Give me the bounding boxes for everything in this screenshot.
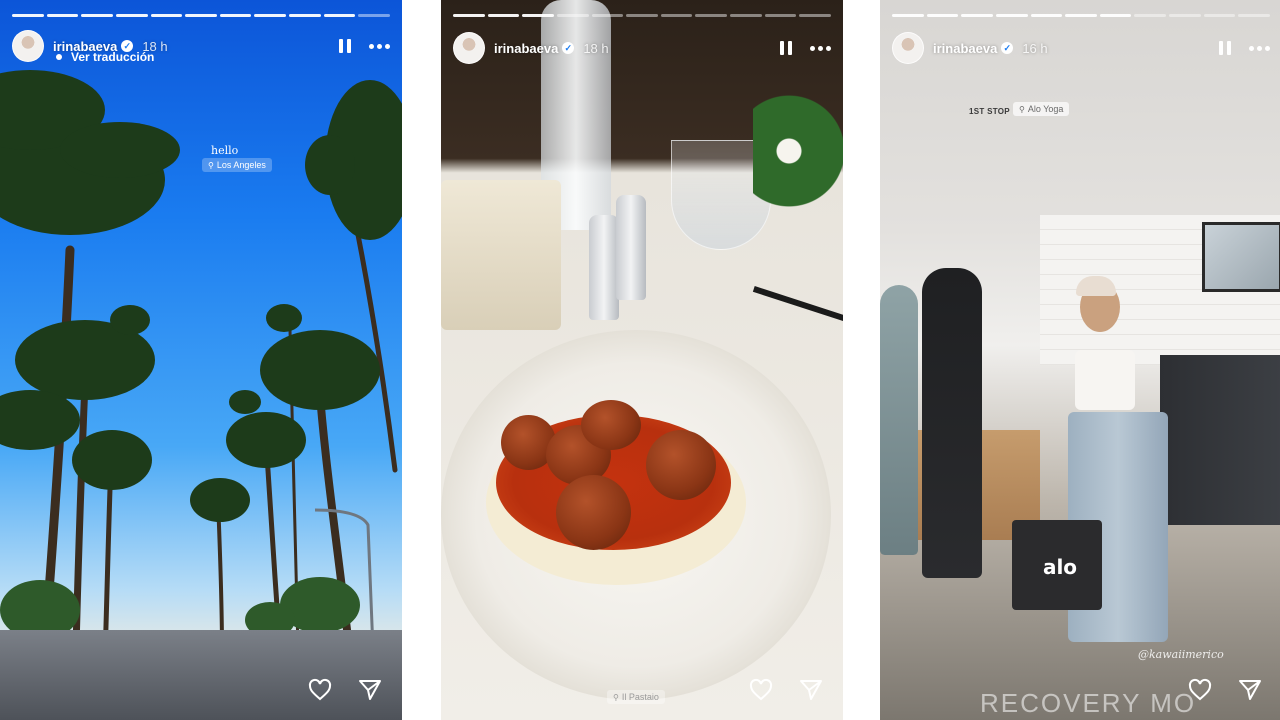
see-translation-button[interactable]: Ver traducción [56, 50, 154, 64]
username[interactable]: irinabaeva [494, 41, 558, 56]
send-icon[interactable] [799, 678, 823, 702]
location-label: Alo Yoga [1027, 104, 1064, 114]
story-card-3[interactable]: alo @kawaiimerico RECOVERY MO irinabaeva… [880, 0, 1280, 720]
username[interactable]: irinabaeva [933, 41, 997, 56]
verified-badge-icon: ✓ [1001, 42, 1014, 54]
story-progress-bar [892, 14, 1271, 17]
translate-dot-icon [56, 54, 62, 60]
story-progress-bar [12, 14, 391, 17]
stop-label: 1ST STOP [969, 107, 1010, 116]
post-time: 16 h [1022, 40, 1048, 56]
text-sticker: hello [211, 144, 239, 157]
see-translation-label: Ver traducción [71, 50, 155, 64]
pause-icon[interactable] [780, 41, 792, 55]
location-label: Los Angeles [216, 160, 266, 170]
avatar[interactable] [892, 32, 924, 64]
location-sticker[interactable]: ⚲ Los Angeles [202, 158, 272, 172]
post-time: 18 h [583, 40, 609, 56]
heart-icon[interactable] [1188, 678, 1212, 702]
palm-trees-illustration [0, 70, 402, 715]
location-label: Il Pastaio [621, 692, 659, 702]
mention-sticker[interactable]: @kawaiimerico [1138, 648, 1224, 661]
story-actions [1188, 678, 1262, 702]
pin-icon: ⚲ [1019, 104, 1025, 114]
location-sticker[interactable]: ⚲ Alo Yoga [1013, 102, 1070, 116]
story-actions [749, 678, 823, 702]
story-progress-bar [453, 14, 832, 17]
send-icon[interactable] [1238, 678, 1262, 702]
story-photo-meatballs [441, 0, 843, 720]
floor-mat-text: RECOVERY MO [980, 688, 1197, 718]
alo-logo: alo [1042, 555, 1078, 579]
avatar[interactable] [453, 32, 485, 64]
pin-icon: ⚲ [208, 160, 214, 170]
heart-icon[interactable] [308, 678, 332, 702]
more-icon[interactable] [1249, 45, 1270, 51]
story-card-1[interactable]: irinabaeva ✓ 18 h Ver traducción hello ⚲… [0, 0, 402, 720]
heart-icon[interactable] [749, 678, 773, 702]
story-card-2[interactable]: irinabaeva ✓ 18 h ⚲ Il Pastaio [441, 0, 843, 720]
send-icon[interactable] [358, 678, 382, 702]
location-sticker[interactable]: ⚲ Il Pastaio [607, 690, 665, 704]
more-icon[interactable] [810, 45, 831, 51]
verified-badge-icon: ✓ [562, 42, 575, 54]
more-icon[interactable] [369, 43, 390, 49]
story-photo-store: alo @kawaiimerico RECOVERY MO [880, 0, 1280, 720]
avatar[interactable] [12, 30, 44, 62]
pin-icon: ⚲ [613, 692, 619, 702]
story-header: irinabaeva ✓ 16 h [892, 30, 1270, 66]
story-actions [308, 678, 382, 702]
story-photo-palm-street [0, 0, 402, 720]
pause-icon[interactable] [1219, 41, 1231, 55]
pause-icon[interactable] [339, 39, 351, 53]
story-header: irinabaeva ✓ 18 h [453, 30, 831, 66]
